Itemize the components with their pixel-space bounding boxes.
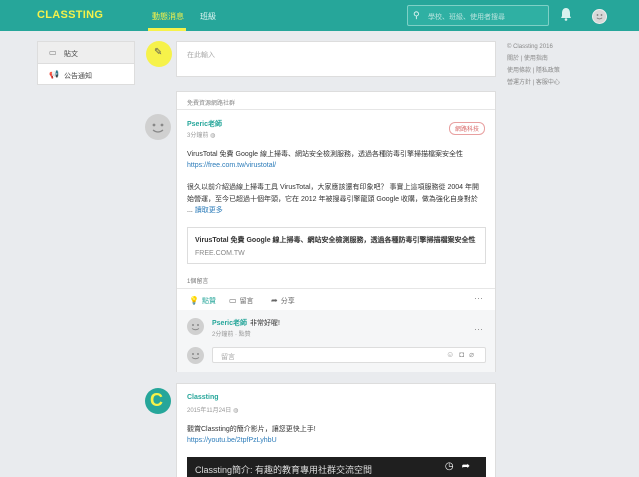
emoji-icon[interactable]: ☺ <box>446 350 459 359</box>
classting-c-icon: C <box>150 390 163 410</box>
link-preview-title: VirusTotal 免費 Google 線上掃毒、網站安全檢測服務，透過各種防… <box>195 237 476 244</box>
comment-placeholder: 留言 <box>221 354 235 361</box>
comment-text: 非常好喔! <box>250 320 280 327</box>
sidebar-item-label: 公告通知 <box>64 73 92 80</box>
clock-icon[interactable]: ◷ <box>445 461 462 472</box>
comment-section: Pseric老師 非常好喔! 2分鐘前 · 點贊 ··· 留言 ☺◘⌀ <box>177 310 495 372</box>
link-policy[interactable]: 營運方針 <box>507 80 531 86</box>
search-input[interactable]: ⚲ 學校、班級、使用者搜尋 <box>407 5 549 26</box>
post-icon: ▭ <box>49 48 57 57</box>
post-card: Classting 2015年11月24日 ◍ 觀賞Classting的簡介影片… <box>176 383 496 477</box>
megaphone-icon: 📢 <box>49 70 59 79</box>
footer-links: © Classting 2016 關於 | 使用指南 使用條款 | 隱私政策 營… <box>507 41 560 89</box>
lightbulb-icon: 💡 <box>189 296 199 305</box>
pencil-icon: ✎ <box>154 47 163 58</box>
post-source[interactable]: 免費資源網路社群 <box>187 98 235 107</box>
link-about[interactable]: 關於 <box>507 56 519 62</box>
post-link[interactable]: https://free.com.tw/virustotal/ <box>187 160 487 172</box>
comment-time: 2分鐘前 · 點贊 <box>212 332 251 338</box>
like-button[interactable]: 💡 點贊 <box>189 296 216 306</box>
share-icon[interactable]: ➦ <box>462 461 478 472</box>
more-options-icon[interactable]: ··· <box>474 293 483 303</box>
post-author[interactable]: Classting <box>187 394 219 401</box>
globe-icon: ◍ <box>210 133 216 139</box>
post-text-2c: ... 讀取更多 <box>187 207 223 214</box>
camera-icon[interactable]: ◘ <box>459 350 469 359</box>
post-link[interactable]: https://youtu.be/2tpfPzLyhbU <box>187 435 487 447</box>
nav-newsfeed[interactable]: 動態消息 <box>152 11 184 22</box>
my-avatar <box>187 347 204 364</box>
author-avatar[interactable] <box>145 114 171 140</box>
attach-icon[interactable]: ⌀ <box>469 350 479 359</box>
link-support[interactable]: 客服中心 <box>536 80 560 86</box>
globe-icon: ◍ <box>232 408 239 414</box>
comment-author[interactable]: Pseric老師 <box>212 318 247 328</box>
read-more-link[interactable]: 讀取更多 <box>195 207 223 214</box>
classting-logo[interactable]: CLASSTING <box>37 9 103 21</box>
comment-more-icon[interactable]: ··· <box>474 324 483 334</box>
comment-count[interactable]: 1個留言 <box>187 276 208 285</box>
sidebar-item-announcements[interactable]: 📢 公告通知 <box>38 63 134 84</box>
share-icon: ➦ <box>271 296 278 305</box>
video-controls: ◷➦ <box>445 461 478 472</box>
sidebar-item-posts[interactable]: ▭ 貼文 <box>38 42 134 63</box>
nav-active-indicator <box>148 28 186 31</box>
post-time: 3分鐘前 ◍ <box>187 133 216 139</box>
sidebar: ▭ 貼文 📢 公告通知 <box>37 41 135 85</box>
divider <box>177 109 495 110</box>
sidebar-item-label: 貼文 <box>64 51 78 58</box>
share-button[interactable]: ➦ 分享 <box>271 296 295 306</box>
nav-classes[interactable]: 班級 <box>200 11 216 22</box>
link-terms[interactable]: 使用條款 <box>507 68 531 74</box>
post-author[interactable]: Pseric老師 <box>187 119 222 129</box>
link-preview-source: FREE.COM.TW <box>195 250 245 257</box>
post-time: 2015年11月24日 ◍ <box>187 408 239 414</box>
search-icon: ⚲ <box>413 10 420 20</box>
composer-placeholder: 在此輸入 <box>187 52 215 59</box>
classting-avatar[interactable]: C <box>145 388 171 414</box>
comment-tools: ☺◘⌀ <box>446 350 479 359</box>
comment-icon: ▭ <box>229 296 237 305</box>
post-card: 免費資源網路社群 Pseric老師 3分鐘前 ◍ 網路科技 VirusTotal… <box>176 91 496 372</box>
video-embed[interactable]: Classting簡介: 有趣的教育專用社群交流空間 ◷➦ <box>187 457 486 477</box>
comment-button[interactable]: ▭ 留言 <box>229 296 254 306</box>
user-avatar[interactable] <box>592 9 607 24</box>
copyright: © Classting 2016 <box>507 44 553 50</box>
compose-button[interactable]: ✎ <box>146 41 172 67</box>
search-placeholder: 學校、班級、使用者搜尋 <box>428 14 505 21</box>
top-bar: CLASSTING 動態消息 班級 ⚲ 學校、班級、使用者搜尋 <box>0 0 639 31</box>
link-privacy[interactable]: 隱私政策 <box>536 68 560 74</box>
bell-icon[interactable] <box>560 7 572 21</box>
link-guide[interactable]: 使用指南 <box>524 56 548 62</box>
video-title: Classting簡介: 有趣的教育專用社群交流空間 <box>195 465 373 475</box>
post-composer[interactable]: 在此輸入 <box>176 41 496 77</box>
comment-input[interactable]: 留言 ☺◘⌀ <box>212 347 486 363</box>
post-text-2a: 很久以前介紹過線上掃毒工具 VirusTotal，大家應該還有印象吧？ 事實上這… <box>187 184 479 191</box>
link-preview-card[interactable]: VirusTotal 免費 Google 線上掃毒、網站安全檢測服務，透過各種防… <box>187 227 486 264</box>
divider <box>177 288 495 289</box>
category-tag[interactable]: 網路科技 <box>448 122 485 135</box>
commenter-avatar[interactable] <box>187 318 204 335</box>
